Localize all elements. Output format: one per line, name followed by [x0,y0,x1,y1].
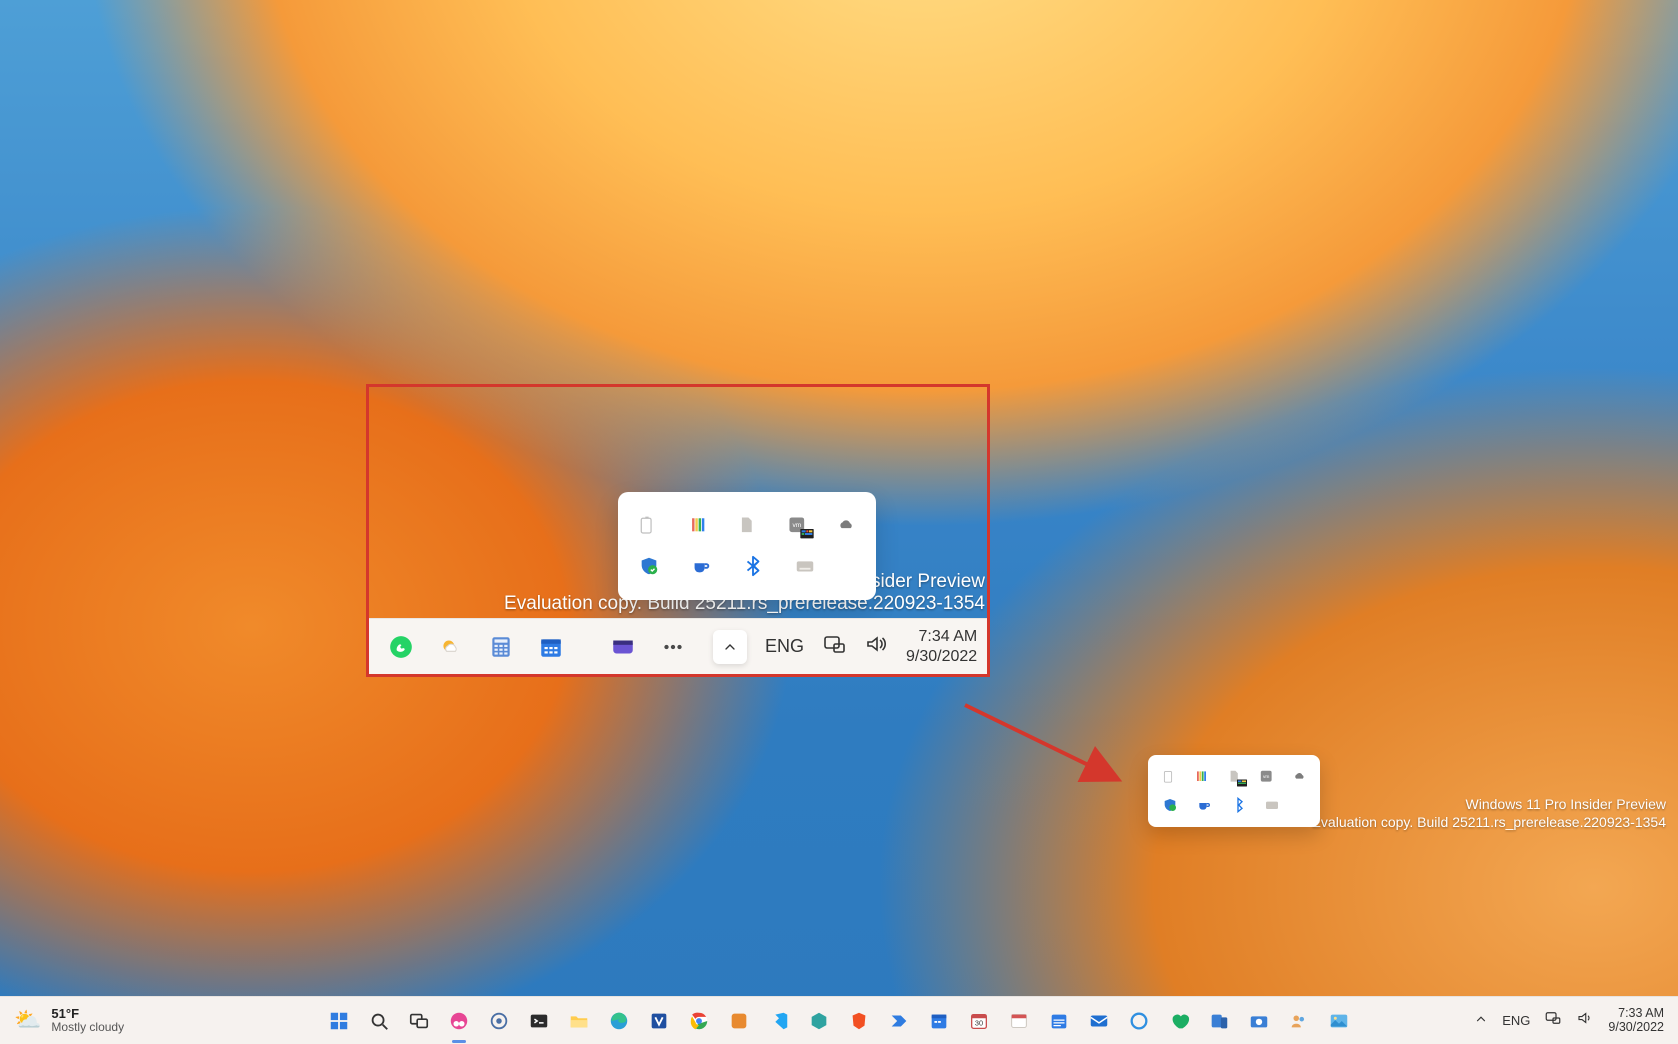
weather-icon[interactable] [437,633,465,661]
edge-icon[interactable] [606,1008,632,1034]
tray-overflow-button[interactable] [1474,1012,1488,1029]
app-card-icon[interactable] [1006,1008,1032,1034]
brave-icon[interactable] [846,1008,872,1034]
caffeine-icon[interactable] [1196,797,1212,813]
taskbar-pinned-apps: 30 [326,1008,1352,1034]
powertoys-icon[interactable] [688,515,708,537]
weather-temp: 51°F [51,1007,124,1021]
cortana-icon[interactable] [1126,1008,1152,1034]
volume-icon[interactable] [1576,1009,1594,1032]
chevron-up-icon [722,639,738,655]
calculator-icon[interactable] [487,633,515,661]
tray-overflow-flyout: vm [1148,755,1320,827]
language-indicator[interactable]: ENG [1502,1013,1530,1028]
settings-icon[interactable] [486,1008,512,1034]
snipping-tool-icon[interactable] [446,1008,472,1034]
language-indicator[interactable]: ENG [765,636,804,657]
chrome-icon[interactable] [686,1008,712,1034]
cast-icon[interactable] [822,632,846,661]
onedrive-icon[interactable] [1292,769,1306,785]
system-tray: ENG 7:33 AM 9/30/2022 [1474,1007,1678,1035]
clock[interactable]: 7:33 AM 9/30/2022 [1608,1007,1664,1035]
onedrive-icon[interactable] [836,515,856,537]
virtualbox-icon[interactable] [646,1008,672,1034]
hex-app-icon[interactable] [806,1008,832,1034]
file-icon[interactable] [737,515,757,537]
file-explorer-icon[interactable] [566,1008,592,1034]
cast-icon[interactable] [1544,1009,1562,1032]
bluetooth-icon[interactable] [1230,797,1246,813]
family-icon[interactable] [1166,1008,1192,1034]
clock-time: 7:34 AM [906,627,977,646]
media-player-icon[interactable] [609,633,637,661]
camera-icon[interactable] [1246,1008,1272,1034]
weather-condition: Mostly cloudy [51,1021,124,1034]
calendar-date-icon[interactable]: 30 [966,1008,992,1034]
outlook-calendar-icon[interactable] [926,1008,952,1034]
mail-icon[interactable] [1086,1008,1112,1034]
tray-overflow-button[interactable] [713,630,747,664]
weather-widget[interactable]: ⛅ 51°F Mostly cloudy [0,1007,180,1034]
search-button[interactable] [366,1008,392,1034]
outlook-calendar-icon[interactable] [537,633,565,661]
weather-icon: ⛅ [14,1007,41,1033]
keyboard-icon[interactable] [794,555,816,577]
power-automate-icon[interactable] [886,1008,912,1034]
svg-text:vm: vm [1263,775,1269,780]
powertoys-icon[interactable] [1194,769,1208,785]
tray-overflow-flyout-large: vm [618,492,876,600]
vmware-icon[interactable]: vm [1259,769,1273,785]
battery-icon[interactable] [638,515,658,537]
bluetooth-icon[interactable] [742,555,764,577]
system-tray-enlarged: ENG 7:34 AM 9/30/2022 [713,627,991,665]
battery-icon[interactable] [1162,769,1176,785]
vscode-icon[interactable] [766,1008,792,1034]
windows-security-icon[interactable] [638,555,660,577]
svg-text:30: 30 [975,1018,983,1027]
calendar-mail-icon[interactable] [1046,1008,1072,1034]
clock-date: 9/30/2022 [1608,1021,1664,1035]
taskbar-enlarged-segment: ENG 7:34 AM 9/30/2022 [369,618,987,674]
clock-date: 9/30/2022 [906,647,977,666]
app-icon[interactable] [726,1008,752,1034]
windows-security-icon[interactable] [1162,797,1178,813]
more-icon[interactable] [659,633,687,661]
start-button[interactable] [326,1008,352,1034]
volume-icon[interactable] [864,632,888,661]
taskbar: ⛅ 51°F Mostly cloudy 30 EN [0,996,1678,1044]
people-icon[interactable] [1286,1008,1312,1034]
task-view-button[interactable] [406,1008,432,1034]
caffeine-icon[interactable] [690,555,712,577]
vmware-icon[interactable]: vm [787,515,807,537]
terminal-icon[interactable] [526,1008,552,1034]
photos-icon[interactable] [1326,1008,1352,1034]
clock-time: 7:33 AM [1608,1007,1664,1021]
file-icon[interactable] [1227,769,1241,785]
whatsapp-icon[interactable] [387,633,415,661]
clock-enlarged[interactable]: 7:34 AM 9/30/2022 [906,627,977,665]
keyboard-icon[interactable] [1264,797,1280,813]
phone-link-icon[interactable] [1206,1008,1232,1034]
